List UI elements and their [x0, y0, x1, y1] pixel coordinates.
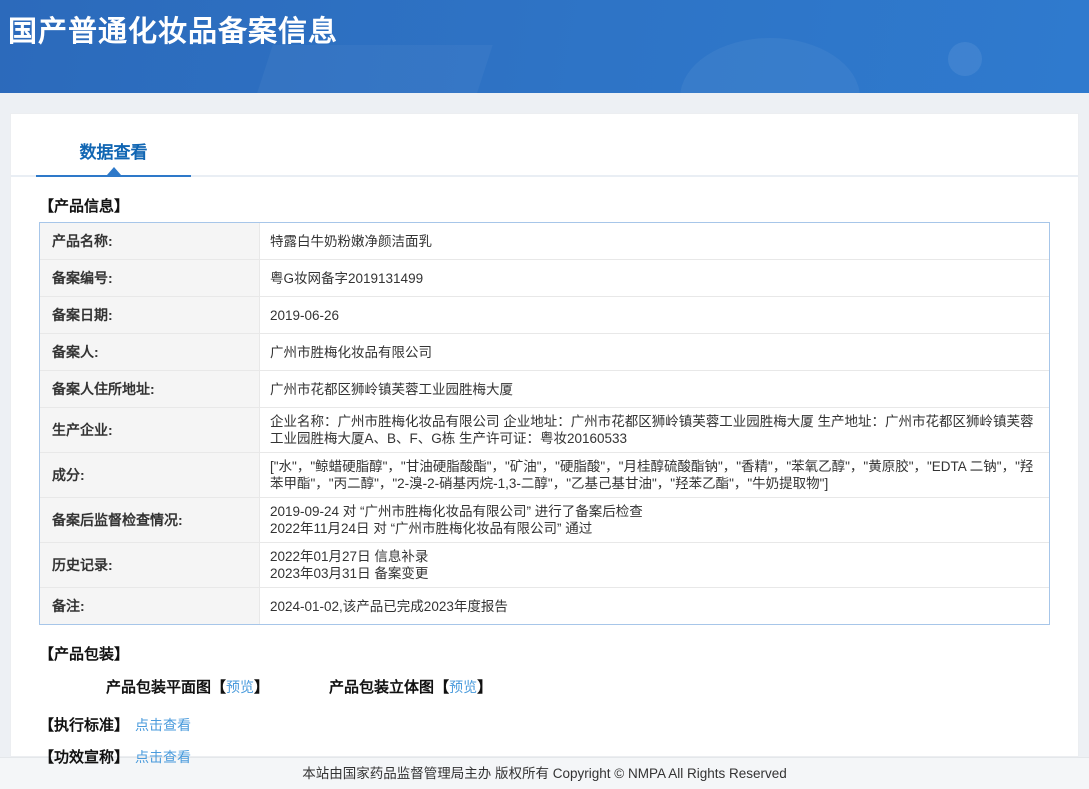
bracket-open: 【 — [434, 679, 450, 696]
packaging-flat-view-item: 产品包装平面图 【 预览 】 — [106, 676, 269, 697]
bracket-open: 【 — [211, 679, 227, 696]
row-label: 备案人住所地址: — [40, 371, 260, 407]
page-header: 国产普通化妆品备案信息 — [0, 0, 1089, 93]
footer-copyright-text: 本站由国家药品监督管理局主办 版权所有 Copyright © NMPA All… — [302, 766, 787, 781]
standard-view-link[interactable]: 点击查看 — [135, 715, 191, 735]
packaging-flat-view-label: 产品包装平面图 — [106, 679, 212, 696]
product-info-heading: 【产品信息】 — [39, 198, 130, 215]
packaging-3d-view-item: 产品包装立体图 【 预览 】 — [329, 676, 492, 697]
row-value: 2019-09-24 对 “广州市胜梅化妆品有限公司” 进行了备案后检查 202… — [270, 504, 643, 536]
row-label: 备案人: — [40, 334, 260, 370]
content-card: 数据查看 【产品信息】 产品名称: 特露白牛奶粉嫩净颜洁面乳 备案编号: 粤G妆… — [10, 113, 1079, 766]
packaging-row: 产品包装平面图 【 预览 】 产品包装立体图 【 预览 】 — [106, 676, 1050, 697]
table-row-supervision-check: 备案后监督检查情况: 2019-09-24 对 “广州市胜梅化妆品有限公司” 进… — [40, 497, 1049, 542]
row-value: 广州市胜梅化妆品有限公司 — [270, 344, 432, 360]
packaging-flat-view-preview-link[interactable]: 预览 — [226, 677, 254, 697]
standard-heading: 【执行标准】 — [39, 717, 130, 734]
row-value: ["水"，"鲸蜡硬脂醇"，"甘油硬脂酸酯"，"矿油"，"硬脂酸"，"月桂醇硫酸酯… — [270, 459, 1034, 491]
row-label: 备案日期: — [40, 297, 260, 333]
row-value: 2024-01-02,该产品已完成2023年度报告 — [270, 598, 508, 614]
row-value: 企业名称：广州市胜梅化妆品有限公司 企业地址：广州市花都区狮岭镇芙蓉工业园胜梅大… — [270, 414, 1034, 446]
tab-data-view[interactable]: 数据查看 — [36, 138, 191, 177]
table-row-ingredients: 成分: ["水"，"鲸蜡硬脂醇"，"甘油硬脂酸酯"，"矿油"，"硬脂酸"，"月桂… — [40, 452, 1049, 497]
bracket-close: 】 — [477, 679, 493, 696]
table-row-registrant: 备案人: 广州市胜梅化妆品有限公司 — [40, 333, 1049, 370]
efficacy-view-link[interactable]: 点击查看 — [135, 747, 191, 767]
table-row-product-name: 产品名称: 特露白牛奶粉嫩净颜洁面乳 — [40, 223, 1049, 259]
header-decor-shape — [227, 45, 493, 93]
table-row-manufacturer: 生产企业: 企业名称：广州市胜梅化妆品有限公司 企业地址：广州市花都区狮岭镇芙蓉… — [40, 407, 1049, 452]
tab-bar: 数据查看 — [11, 138, 1078, 177]
standard-section: 【执行标准】 点击查看 — [39, 714, 1050, 735]
row-label: 成分: — [40, 453, 260, 497]
row-label: 产品名称: — [40, 223, 260, 259]
table-row-registration-date: 备案日期: 2019-06-26 — [40, 296, 1049, 333]
row-label: 生产企业: — [40, 408, 260, 452]
row-value: 2022年01月27日 信息补录 2023年03月31日 备案变更 — [270, 549, 429, 581]
table-row-registration-number: 备案编号: 粤G妆网备字2019131499 — [40, 259, 1049, 296]
packaging-3d-view-label: 产品包装立体图 — [329, 679, 435, 696]
bracket-close: 】 — [254, 679, 270, 696]
row-value: 广州市花都区狮岭镇芙蓉工业园胜梅大厦 — [270, 381, 513, 397]
tab-data-view-label: 数据查看 — [79, 143, 148, 162]
header-gap — [0, 93, 1089, 113]
packaging-3d-view-preview-link[interactable]: 预览 — [449, 677, 477, 697]
active-tab-pointer-icon — [106, 167, 121, 175]
table-row-history: 历史记录: 2022年01月27日 信息补录 2023年03月31日 备案变更 — [40, 542, 1049, 587]
page-title: 国产普通化妆品备案信息 — [8, 16, 339, 48]
row-label: 备注: — [40, 588, 260, 624]
row-label: 历史记录: — [40, 543, 260, 587]
table-row-registrant-address: 备案人住所地址: 广州市花都区狮岭镇芙蓉工业园胜梅大厦 — [40, 370, 1049, 407]
row-label: 备案后监督检查情况: — [40, 498, 260, 542]
product-info-table: 产品名称: 特露白牛奶粉嫩净颜洁面乳 备案编号: 粤G妆网备字201913149… — [39, 222, 1050, 625]
row-label: 备案编号: — [40, 260, 260, 296]
row-value: 特露白牛奶粉嫩净颜洁面乳 — [270, 233, 432, 249]
row-value: 粤G妆网备字2019131499 — [270, 270, 424, 286]
efficacy-heading: 【功效宣称】 — [39, 749, 130, 766]
row-value: 2019-06-26 — [270, 307, 340, 323]
table-row-remarks: 备注: 2024-01-02,该产品已完成2023年度报告 — [40, 587, 1049, 624]
packaging-heading: 【产品包装】 — [39, 646, 130, 663]
